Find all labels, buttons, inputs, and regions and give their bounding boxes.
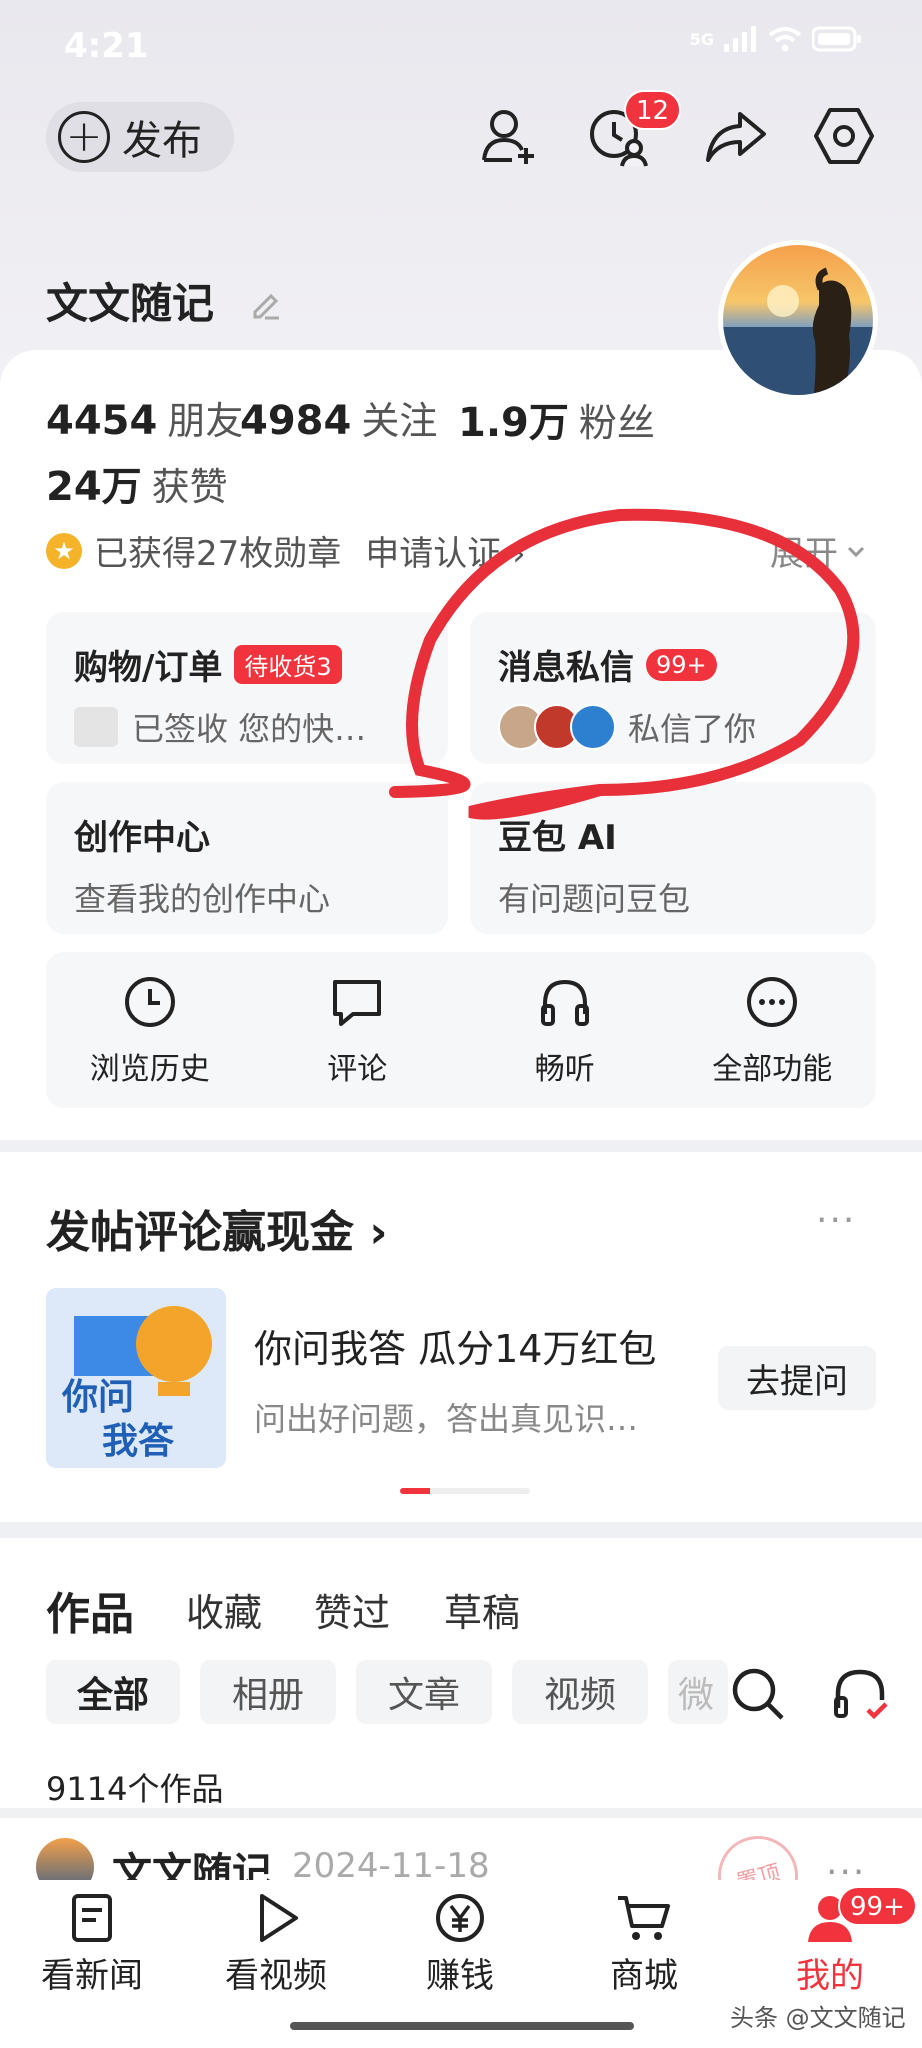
search-icon[interactable] bbox=[728, 1664, 788, 1724]
settings-icon[interactable] bbox=[812, 104, 876, 168]
filter-videos[interactable]: 视频 bbox=[512, 1660, 648, 1724]
messages-badge: 99+ bbox=[646, 648, 717, 681]
comment-icon bbox=[333, 980, 382, 1026]
filter-all[interactable]: 全部 bbox=[46, 1660, 180, 1724]
tool-history[interactable]: 浏览历史 bbox=[46, 952, 254, 1108]
messages-subtitle: 私信了你 bbox=[628, 710, 757, 748]
quick-tools: 浏览历史 评论 畅听 全部功能 bbox=[46, 952, 876, 1108]
tab-mall[interactable]: 商城 bbox=[574, 1892, 714, 1997]
creator-title: 创作中心 bbox=[74, 818, 210, 858]
promo-image-text: 我答 bbox=[102, 1421, 175, 1462]
tab-me-badge: 99+ bbox=[838, 1886, 917, 1926]
tool-label: 畅听 bbox=[534, 1052, 595, 1087]
news-icon bbox=[72, 1894, 112, 1942]
package-thumbnail bbox=[74, 707, 118, 747]
promo-item-title[interactable]: 你问我答 瓜分14万红包 bbox=[254, 1318, 656, 1373]
tab-favorites[interactable]: 收藏 bbox=[186, 1582, 262, 1637]
filter-articles[interactable]: 文章 bbox=[356, 1660, 492, 1724]
status-icons: 5G bbox=[690, 26, 862, 52]
filter-albums[interactable]: 相册 bbox=[200, 1660, 336, 1724]
more-icon bbox=[747, 977, 798, 1027]
battery-icon bbox=[812, 26, 861, 52]
doubao-subtitle: 有问题问豆包 bbox=[498, 880, 691, 918]
tab-label: 赚钱 bbox=[426, 1956, 494, 1996]
messages-title: 消息私信 bbox=[498, 648, 634, 688]
orders-subtitle: 已签收 您的快… bbox=[132, 710, 367, 748]
apply-verification-link[interactable]: 申请认证 › bbox=[365, 526, 525, 575]
signal-icon bbox=[724, 26, 756, 52]
orders-badge: 待收货3 bbox=[234, 645, 342, 684]
tool-listen[interactable]: 畅听 bbox=[461, 952, 669, 1108]
chevron-down-icon bbox=[847, 546, 865, 557]
promo-more-icon[interactable]: ··· bbox=[816, 1200, 856, 1241]
clock-icon bbox=[124, 977, 175, 1027]
tab-drafts[interactable]: 草稿 bbox=[444, 1582, 520, 1637]
friends-stat[interactable]: 4454 朋友 bbox=[46, 390, 243, 445]
ask-question-button[interactable]: 去提问 bbox=[718, 1346, 876, 1410]
publish-label: 发布 bbox=[122, 118, 202, 164]
watermark: 头条 @文文随记 bbox=[730, 2004, 906, 2032]
divider bbox=[0, 1808, 922, 1818]
creator-subtitle: 查看我的创作中心 bbox=[74, 880, 331, 918]
doubao-title: 豆包 AI bbox=[498, 818, 617, 858]
following-stat[interactable]: 4984 关注 bbox=[240, 390, 437, 445]
edit-icon[interactable] bbox=[247, 286, 283, 322]
username: 文文随记 bbox=[46, 270, 283, 331]
medal-icon: ★ bbox=[46, 532, 82, 569]
likes-stat[interactable]: 24万 获赞 bbox=[46, 454, 228, 512]
medal-text: 已获得27枚勋章 bbox=[94, 534, 342, 574]
tab-label: 看新闻 bbox=[41, 1956, 143, 1996]
play-icon bbox=[260, 1894, 298, 1942]
tool-all-features[interactable]: 全部功能 bbox=[669, 952, 877, 1108]
publish-button[interactable]: + 发布 bbox=[46, 102, 234, 172]
network-label: 5G bbox=[689, 29, 714, 49]
share-icon[interactable] bbox=[704, 104, 768, 168]
avatar[interactable] bbox=[718, 240, 878, 400]
tab-video[interactable]: 看视频 bbox=[206, 1892, 346, 1997]
medal-row[interactable]: ★ 已获得27枚勋章 申请认证 › bbox=[46, 526, 526, 575]
cart-icon bbox=[618, 1896, 670, 1940]
headphones-icon bbox=[540, 979, 589, 1026]
orders-title: 购物/订单 bbox=[74, 648, 223, 688]
wifi-icon bbox=[768, 27, 802, 52]
promo-item-subtitle: 问出好问题，答出真见识… bbox=[254, 1400, 639, 1438]
expand-button[interactable]: 展开 bbox=[770, 526, 868, 575]
status-bar: 4:21 5G bbox=[0, 0, 922, 90]
notification-badge: 12 bbox=[624, 90, 682, 130]
status-time: 4:21 bbox=[64, 26, 149, 66]
yen-icon bbox=[436, 1894, 484, 1942]
tab-earn[interactable]: 赚钱 bbox=[390, 1892, 530, 1997]
sender-avatar bbox=[570, 704, 616, 750]
tab-news[interactable]: 看新闻 bbox=[22, 1892, 162, 1997]
promo-image[interactable]: 你问 我答 bbox=[46, 1288, 226, 1468]
tool-label: 浏览历史 bbox=[89, 1052, 210, 1087]
tool-label: 评论 bbox=[327, 1052, 388, 1087]
orders-tile[interactable]: 购物/订单 待收货3 已签收 您的快… bbox=[46, 612, 448, 764]
creator-center-tile[interactable]: 创作中心 查看我的创作中心 bbox=[46, 782, 448, 934]
listen-mode-icon[interactable] bbox=[830, 1664, 890, 1724]
tab-works[interactable]: 作品 bbox=[46, 1578, 134, 1642]
promo-title[interactable]: 发帖评论赢现金 › bbox=[46, 1196, 387, 1260]
messages-tile[interactable]: 消息私信 99+ 私信了你 bbox=[470, 612, 876, 764]
home-indicator[interactable] bbox=[290, 2022, 634, 2030]
tab-label: 我的 bbox=[796, 1956, 864, 1996]
tab-label: 看视频 bbox=[225, 1956, 327, 1996]
tool-label: 全部功能 bbox=[712, 1052, 833, 1087]
plus-icon: + bbox=[58, 111, 110, 163]
tool-comments[interactable]: 评论 bbox=[254, 952, 462, 1108]
works-count: 9114个作品 bbox=[46, 1770, 224, 1808]
carousel-indicator bbox=[400, 1488, 530, 1494]
add-friend-icon[interactable] bbox=[478, 104, 542, 168]
fans-stat[interactable]: 1.9万 粉丝 bbox=[458, 390, 655, 448]
doubao-ai-tile[interactable]: 豆包 AI 有问题问豆包 bbox=[470, 782, 876, 934]
expand-label: 展开 bbox=[770, 534, 838, 574]
filter-more[interactable]: 微 bbox=[668, 1660, 728, 1724]
tab-liked[interactable]: 赞过 bbox=[314, 1582, 390, 1637]
tab-label: 商城 bbox=[610, 1956, 678, 1996]
